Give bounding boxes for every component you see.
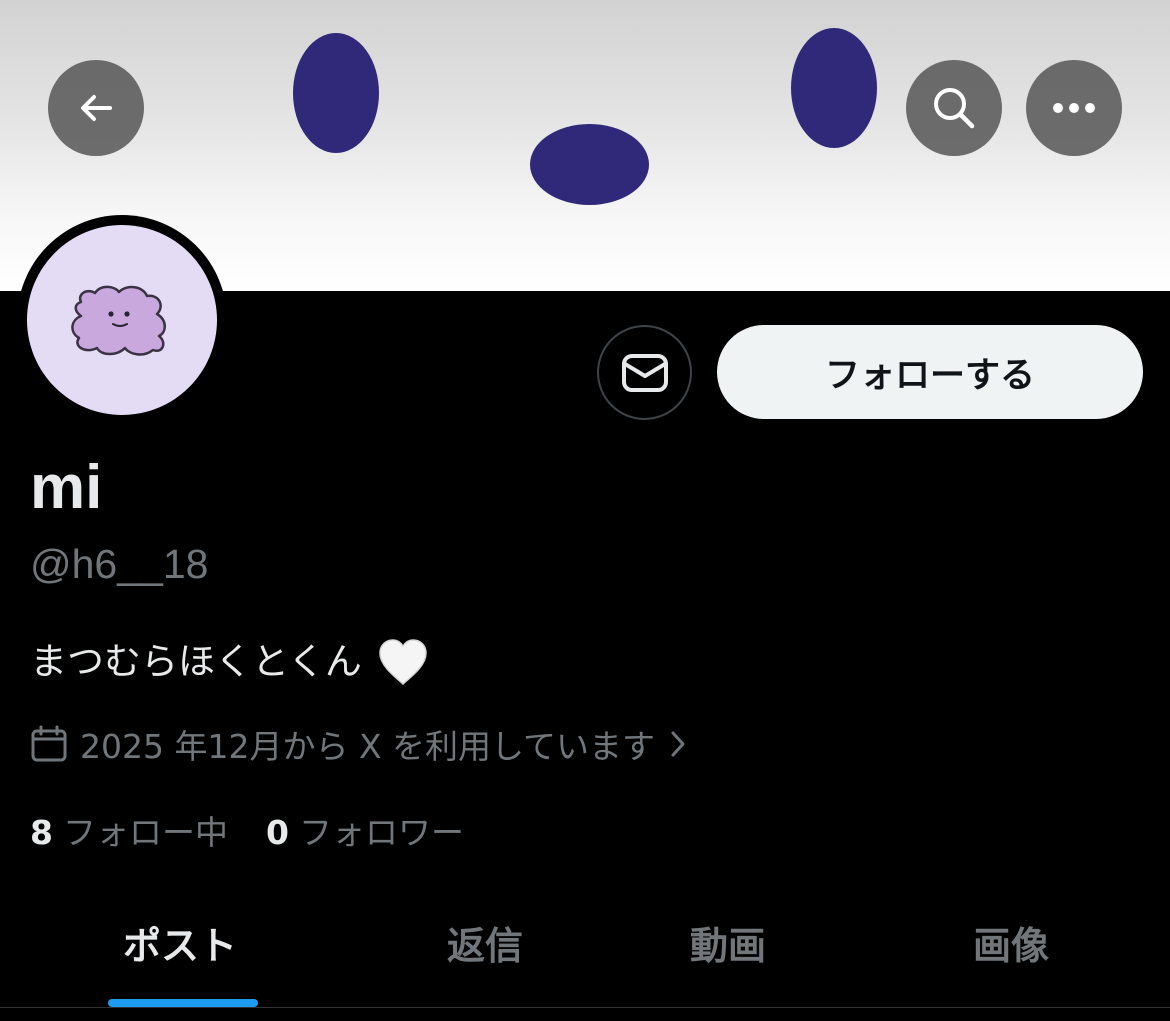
search-icon [934,88,975,129]
avatar[interactable] [17,215,227,425]
profile-tabs: ポスト 返信 動画 画像 [0,880,1170,1008]
tab-videos[interactable]: 動画 [608,880,848,1004]
tab-images[interactable]: 画像 [891,880,1131,1004]
following-count: 8 [30,813,53,852]
envelope-icon [621,353,668,392]
display-name: mi [30,453,103,522]
white-heart-icon [379,639,427,686]
more-options-button[interactable] [1026,60,1122,156]
followers-count: 0 [265,813,289,852]
arrow-left-icon [81,95,112,121]
back-button[interactable] [48,60,144,156]
join-date[interactable]: 2025 年12月から X を利用しています [30,720,689,768]
tabs-divider [0,1007,1170,1008]
avatar-image [27,225,217,415]
ditto-avatar-icon [71,285,166,356]
following-label: フォロー中 [62,813,228,852]
more-horizontal-icon [1053,103,1095,113]
banner-eye-left [293,33,379,153]
follow-stats: 8 フォロー中 0 フォロワー [30,806,502,854]
following-link[interactable]: 8 フォロー中 [30,806,228,854]
calendar-icon [31,725,67,762]
chevron-right-icon [671,731,685,757]
follow-button[interactable]: フォローする [717,325,1143,419]
followers-link[interactable]: 0 フォロワー [266,806,464,854]
banner-eye-right [791,28,877,148]
tab-replies[interactable]: 返信 [365,880,605,1004]
message-button[interactable] [597,325,692,420]
bio-text: まつむらほくとくん [30,640,362,683]
search-button[interactable] [906,60,1002,156]
followers-label: フォロワー [298,813,464,852]
active-tab-indicator [108,999,258,1007]
join-date-text: 2025 年12月から X を利用しています [80,727,656,766]
profile-page: フォローする mi @h6__18 まつむらほくとくん 2025 年12月から … [0,0,1170,1021]
tab-posts[interactable]: ポスト [60,880,300,1004]
profile-bio: まつむらほくとくん [30,633,430,691]
username-handle: @h6__18 [30,541,209,587]
banner-mouth [530,124,649,205]
